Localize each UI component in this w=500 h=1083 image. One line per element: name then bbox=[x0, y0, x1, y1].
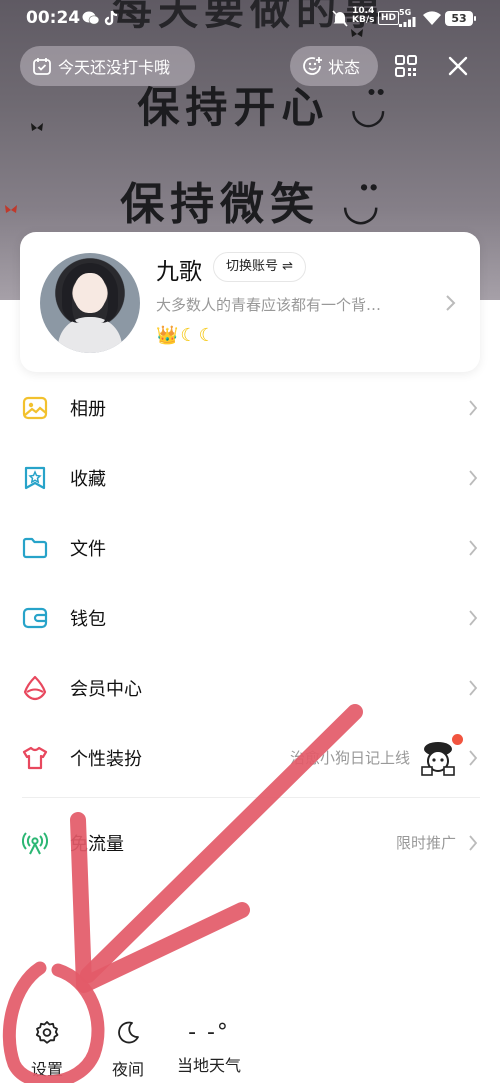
wifi-icon bbox=[423, 11, 441, 25]
moon-icon bbox=[118, 1021, 139, 1044]
mute-icon bbox=[332, 10, 348, 27]
status-time: 00:24 bbox=[26, 8, 81, 28]
weather-label: 当地天气 bbox=[176, 1056, 241, 1075]
menu-item-files[interactable]: 文件 bbox=[0, 513, 500, 583]
status-label: 状态 bbox=[328, 58, 361, 77]
status-bar: 00:24 10.4 KB/s HD 5G 53 bbox=[0, 0, 500, 38]
chevron-right-icon bbox=[446, 295, 456, 311]
folder-icon bbox=[22, 537, 48, 559]
status-button[interactable]: 状态 bbox=[290, 46, 378, 86]
vip-icon bbox=[23, 675, 47, 701]
new-indicator-dot bbox=[452, 734, 463, 745]
chevron-right-icon bbox=[469, 680, 478, 696]
butterfly-decoration bbox=[5, 205, 17, 213]
menu-item-personalization[interactable]: 个性装扮 治愈小狗日记上线 bbox=[0, 723, 500, 793]
favorites-icon bbox=[24, 466, 46, 490]
chevron-right-icon bbox=[469, 540, 478, 556]
night-mode-button[interactable]: 夜间 bbox=[98, 1020, 158, 1080]
chevron-right-icon bbox=[469, 470, 478, 486]
album-icon bbox=[22, 396, 48, 420]
nickname: 九歌 bbox=[156, 259, 202, 285]
menu-label: 钱包 bbox=[70, 609, 106, 630]
qr-code-icon[interactable] bbox=[394, 54, 418, 78]
menu-item-album[interactable]: 相册 bbox=[0, 373, 500, 443]
checkin-button[interactable]: 今天还没打卡哦 bbox=[20, 46, 195, 86]
crown-badge-icon: 👑 bbox=[156, 325, 179, 346]
moon-badge-icon: ☾ bbox=[198, 325, 215, 346]
calendar-check-icon bbox=[33, 58, 51, 75]
wallet-icon bbox=[22, 607, 48, 629]
tiktok-notification-icon bbox=[104, 10, 118, 26]
menu-label: 免流量 bbox=[70, 834, 124, 855]
local-weather-button[interactable]: - -° 当地天气 bbox=[176, 1020, 242, 1076]
chevron-right-icon bbox=[469, 610, 478, 626]
gear-icon bbox=[35, 1021, 59, 1044]
smiley-plus-icon bbox=[303, 57, 322, 75]
signal-icon bbox=[399, 17, 416, 27]
dog-theme-thumbnail bbox=[421, 742, 455, 776]
menu-label: 个性装扮 bbox=[70, 749, 142, 770]
profile-card[interactable]: 九歌 切换账号 ⇌ 大多数人的青春应该都有一个背… 👑 ☾ ☾ bbox=[20, 232, 480, 372]
menu-item-favorites[interactable]: 收藏 bbox=[0, 443, 500, 513]
menu-hint: 治愈小狗日记上线 bbox=[289, 749, 410, 767]
chevron-right-icon bbox=[469, 750, 478, 766]
wallpaper-text-line3: 保持微笑 ◡̈ bbox=[120, 179, 386, 230]
menu-label: 文件 bbox=[70, 539, 106, 560]
signature-text: 大多数人的青春应该都有一个背… bbox=[156, 296, 382, 314]
divider bbox=[22, 797, 480, 798]
menu-item-vip-center[interactable]: 会员中心 bbox=[0, 653, 500, 723]
wechat-notification-icon bbox=[82, 11, 100, 25]
level-badges[interactable]: 👑 ☾ ☾ bbox=[156, 326, 215, 346]
outfit-icon bbox=[22, 746, 48, 770]
weather-temperature: - -° bbox=[188, 1020, 230, 1045]
night-mode-label: 夜间 bbox=[111, 1060, 144, 1079]
battery-icon: 53 bbox=[445, 11, 476, 26]
switch-account-button[interactable]: 切换账号 ⇌ bbox=[213, 252, 307, 282]
menu-hint: 限时推广 bbox=[395, 834, 456, 852]
menu-item-free-data[interactable]: 免流量 限时推广 bbox=[0, 808, 500, 878]
settings-button[interactable]: 设置 bbox=[17, 1020, 77, 1080]
net-speed-unit: KB/s bbox=[352, 15, 375, 25]
checkin-label: 今天还没打卡哦 bbox=[58, 58, 171, 77]
menu-label: 相册 bbox=[70, 399, 106, 420]
settings-label: 设置 bbox=[30, 1060, 63, 1079]
menu-label: 会员中心 bbox=[70, 679, 142, 700]
moon-badge-icon: ☾ bbox=[180, 325, 197, 346]
hd-badge: HD bbox=[378, 11, 400, 25]
avatar[interactable] bbox=[40, 253, 140, 353]
network-type: 5G bbox=[399, 8, 412, 17]
butterfly-decoration bbox=[31, 123, 43, 131]
net-speed: 10.4 KB/s bbox=[352, 7, 374, 25]
chevron-right-icon bbox=[469, 400, 478, 416]
chevron-right-icon bbox=[469, 835, 478, 851]
close-icon[interactable] bbox=[446, 54, 470, 78]
avatar-face bbox=[74, 273, 106, 313]
menu-label: 收藏 bbox=[70, 469, 106, 490]
free-data-icon bbox=[22, 832, 48, 855]
menu-item-wallet[interactable]: 钱包 bbox=[0, 583, 500, 653]
